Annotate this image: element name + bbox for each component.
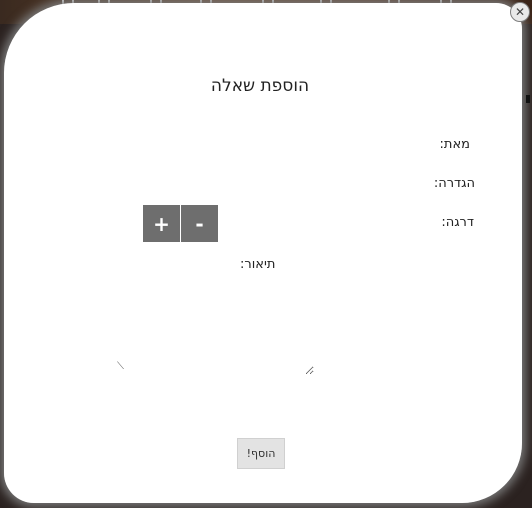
add-button[interactable]: הוסף! (237, 438, 285, 469)
close-button[interactable]: ✕ (510, 2, 530, 22)
description-label: תיאור: (240, 257, 276, 272)
increment-button[interactable]: + (143, 205, 180, 242)
definition-label: הגדרה: (433, 176, 475, 191)
description-textarea[interactable] (120, 276, 314, 375)
difficulty-stepper: + - (143, 205, 218, 242)
dialog-title: הוספת שאלה (210, 76, 310, 96)
resize-handle-icon[interactable]: ⟍ (117, 362, 126, 372)
close-icon[interactable]: ✕ (515, 5, 525, 19)
edge-mark (526, 95, 530, 103)
from-label: מאת: (439, 137, 470, 152)
decrement-button[interactable]: - (181, 205, 218, 242)
difficulty-label: דרגה: (441, 215, 474, 230)
